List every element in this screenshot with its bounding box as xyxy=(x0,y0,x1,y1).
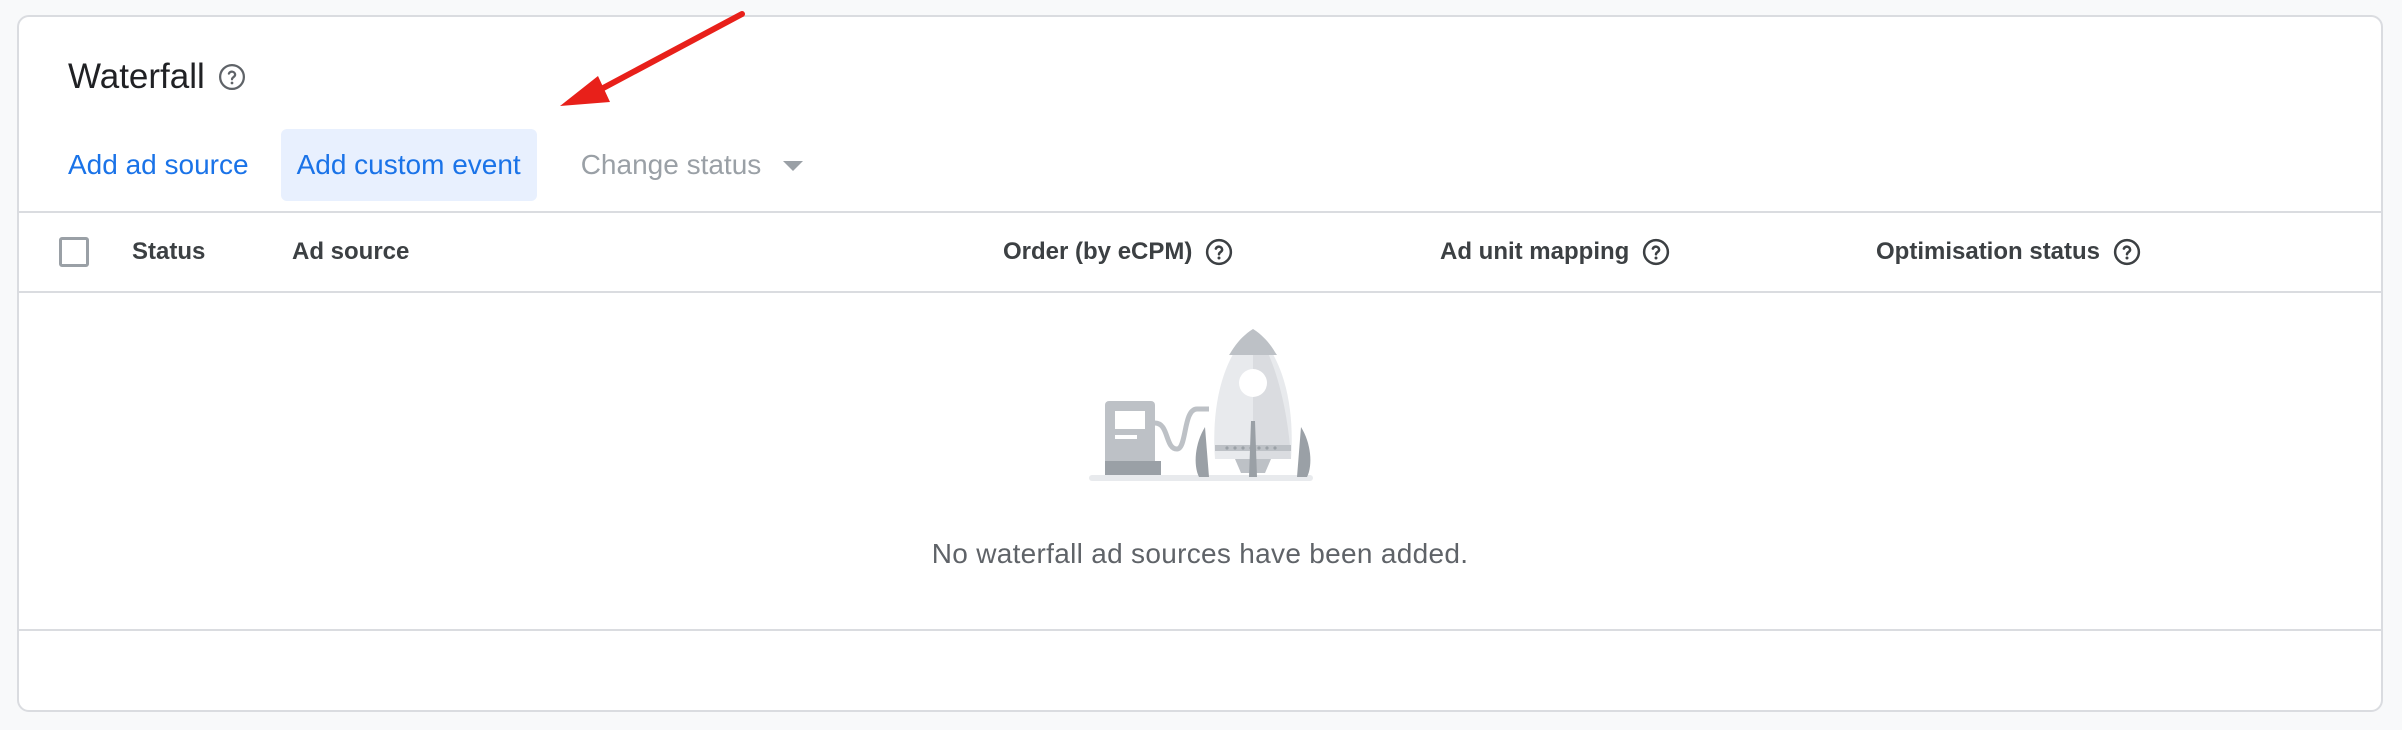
add-custom-event-button[interactable]: Add custom event xyxy=(280,129,537,201)
column-header-label: Optimisation status xyxy=(1876,238,2101,265)
column-header-label: Ad unit mapping xyxy=(1440,238,1630,265)
card-title: Waterfall xyxy=(68,57,205,96)
change-status-dropdown[interactable]: Change status xyxy=(565,129,820,201)
add-ad-source-button[interactable]: Add ad source xyxy=(51,129,266,201)
waterfall-card: Waterfall Add ad source Add custom event… xyxy=(17,15,2383,712)
select-all-checkbox[interactable] xyxy=(59,237,89,267)
help-circle-icon[interactable] xyxy=(1204,237,1234,267)
help-circle-icon[interactable] xyxy=(217,62,247,92)
rocket-fuel-pump-illustration xyxy=(1089,329,1313,481)
help-circle-icon[interactable] xyxy=(1641,237,1671,267)
caret-down-icon xyxy=(783,161,804,171)
column-header-label: Order (by eCPM) xyxy=(1003,238,1193,265)
column-header-status[interactable]: Status xyxy=(132,213,205,291)
empty-state-message: No waterfall ad sources have been added. xyxy=(931,538,1469,569)
waterfall-toolbar: Add ad source Add custom event Change st… xyxy=(68,129,819,201)
table-header: Status Ad source Order (by eCPM) Ad unit… xyxy=(19,211,2381,293)
help-circle-icon[interactable] xyxy=(2112,237,2142,267)
empty-state: No waterfall ad sources have been added. xyxy=(19,293,2381,631)
column-header-order[interactable]: Order (by eCPM) xyxy=(1003,213,1234,291)
column-header-ad-source[interactable]: Ad source xyxy=(292,213,409,291)
card-header: Waterfall xyxy=(68,57,247,97)
column-header-label: Ad source xyxy=(292,238,410,265)
column-header-label: Status xyxy=(132,238,206,265)
change-status-label: Change status xyxy=(580,149,762,180)
column-header-ad-unit-mapping[interactable]: Ad unit mapping xyxy=(1440,213,1671,291)
column-header-optimisation-status[interactable]: Optimisation status xyxy=(1876,213,2142,291)
